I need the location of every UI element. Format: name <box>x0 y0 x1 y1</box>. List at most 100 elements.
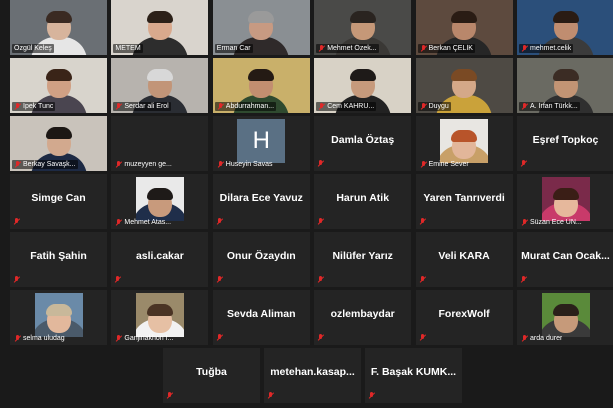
participant-name-label: Süzan Ece ÜN... <box>530 219 582 226</box>
participant-name-label: Berkan ÇELİK <box>428 45 473 52</box>
participant-tile-onur-ozaydin[interactable]: Onur Özaydın <box>212 232 310 287</box>
person-hair <box>45 127 72 139</box>
participant-name-label: Berkay Savaşk... <box>23 161 76 168</box>
participant-tile-ganjinakhon-i[interactable]: Ganjinakhon I... <box>111 290 209 345</box>
participant-tile-muzeyyen-ge[interactable]: muzeyyen ge... <box>111 116 209 171</box>
participant-tile-erman-car[interactable]: Erman Car <box>212 0 310 55</box>
participant-name-label: Özgül Keleş <box>14 45 52 52</box>
participant-name-tag: muzeyyen ge... <box>113 160 173 169</box>
participant-tile-asli-cakar[interactable]: asli.cakar <box>111 232 209 287</box>
avatar-photo <box>440 119 489 163</box>
microphone-muted-icon <box>115 160 122 169</box>
participant-tile-tugba[interactable]: Tuğba <box>163 348 260 403</box>
participant-tile-murat-can-ocak[interactable]: Murat Can Ocak... <box>517 232 613 287</box>
participant-name-tag: Duygu <box>417 102 451 111</box>
participant-tile-yaren-tanriverdi[interactable]: Yaren Tanrıverdi <box>415 174 513 229</box>
participant-tile-simge-can[interactable]: Simge Can <box>10 174 107 229</box>
microphone-muted-icon <box>420 44 427 53</box>
participant-name-tag: Emine Sever <box>418 160 471 169</box>
person-hair <box>45 11 72 23</box>
microphone-muted-icon <box>217 160 224 169</box>
participant-tile-huseyin-savas[interactable]: H Huseyin Savas <box>212 116 310 171</box>
participant-display-name: Yaren Tanrıverdi <box>423 192 505 204</box>
participant-tile-esref-topkoc[interactable]: Eşref Topkoç <box>517 116 613 171</box>
participant-tile-nilufer-yariz[interactable]: Nilüfer Yarız <box>314 232 412 287</box>
person-hair <box>146 69 173 81</box>
participant-tile-abdurrahman[interactable]: Abdurrahman... <box>212 58 310 113</box>
person-hair <box>45 69 72 81</box>
avatar-photo <box>541 177 590 221</box>
participant-display-name: Damla Öztaş <box>331 134 395 146</box>
participant-tile-berkan-celik[interactable]: Berkan ÇELİK <box>415 0 513 55</box>
avatar-photo <box>135 177 184 221</box>
participant-name-label: Cem KAHRU... <box>327 103 375 110</box>
participant-tile-forexwolf[interactable]: ForexWolf <box>415 290 513 345</box>
microphone-muted-icon <box>521 218 528 227</box>
participant-gallery: Özgül Keleş METEM Erman Car Mehmet Özek... B… <box>10 0 613 408</box>
participant-name-label: muzeyyen ge... <box>124 161 172 168</box>
microphone-muted-icon <box>267 392 274 400</box>
microphone-muted-icon <box>115 218 122 227</box>
microphone-muted-icon <box>420 102 427 111</box>
participant-name-label: selma uludag <box>23 335 65 342</box>
participant-name-tag: Ipek Tunc <box>12 102 56 111</box>
participant-display-name: Nilüfer Yarız <box>332 250 393 262</box>
participant-name-tag: Erman Car <box>214 44 253 53</box>
microphone-muted-icon <box>420 160 427 169</box>
microphone-muted-icon <box>521 44 528 53</box>
participant-name-label: METEM <box>115 45 141 52</box>
person-hair <box>146 304 173 316</box>
participant-name-label: Mehmet Özek... <box>327 45 377 52</box>
participant-name-label: Huseyin Savas <box>225 161 273 168</box>
person-hair <box>451 69 478 81</box>
participant-tile-sevda-aliman[interactable]: Sevda Aliman <box>212 290 310 345</box>
participant-tile-duygu[interactable]: Duygu <box>415 58 513 113</box>
person-hair <box>349 69 376 81</box>
participant-tile-metem[interactable]: METEM <box>111 0 209 55</box>
participant-display-name: Onur Özaydın <box>226 250 296 262</box>
participant-tile-harun-atik[interactable]: Harun Atik <box>314 174 412 229</box>
microphone-muted-icon <box>115 102 122 111</box>
participant-tile-mehmet-ozek[interactable]: Mehmet Özek... <box>314 0 412 55</box>
participant-tile-serdar-ali-erol[interactable]: Serdar ali Erol <box>111 58 209 113</box>
participant-name-tag: Mehmet Atas... <box>113 218 173 227</box>
microphone-muted-icon <box>14 160 21 169</box>
avatar-photo <box>34 293 83 337</box>
participant-name-tag: Serdar ali Erol <box>113 102 171 111</box>
participant-name-tag: selma uludag <box>12 334 67 343</box>
participant-name-tag: Özgül Keleş <box>12 44 54 53</box>
participant-tile-berkay-savask[interactable]: Berkay Savaşk... <box>10 116 107 171</box>
microphone-muted-icon <box>317 218 324 226</box>
microphone-muted-icon <box>521 334 528 343</box>
participant-display-name: Dilara Ece Yavuz <box>219 192 303 204</box>
microphone-muted-icon <box>14 102 21 111</box>
participant-tile-ozgul-keles[interactable]: Özgül Keleş <box>10 0 107 55</box>
participant-display-name: Sevda Aliman <box>227 308 296 320</box>
participant-name-tag: Süzan Ece ÜN... <box>519 218 584 227</box>
participant-name-tag: Mehmet Özek... <box>316 44 379 53</box>
participant-tile-veli-kara[interactable]: Veli KARA <box>415 232 513 287</box>
person-hair <box>451 130 478 142</box>
participant-tile-arda-durer[interactable]: arda durer <box>517 290 613 345</box>
microphone-muted-icon <box>368 392 375 400</box>
microphone-muted-icon <box>13 218 20 226</box>
participant-tile-metehan-kasap[interactable]: metehan.kasap... <box>264 348 361 403</box>
participant-display-name: Veli KARA <box>438 250 490 262</box>
participant-tile-suzan-ece-un[interactable]: Süzan Ece ÜN... <box>517 174 613 229</box>
participant-tile-selma-uludag[interactable]: selma uludag <box>10 290 107 345</box>
participant-tile-a-irfan-turkk[interactable]: A. İrfan Türkk... <box>517 58 613 113</box>
participant-tile-fatih-sahin[interactable]: Fatih Şahin <box>10 232 107 287</box>
person-hair <box>146 11 173 23</box>
participant-tile-ipek-tunc[interactable]: Ipek Tunc <box>10 58 107 113</box>
participant-tile-mehmet-celik[interactable]: mehmet.celik <box>517 0 613 55</box>
participant-name-label: Emine Sever <box>428 161 469 168</box>
participant-tile-dilara-ece-yavuz[interactable]: Dilara Ece Yavuz <box>212 174 310 229</box>
participant-tile-ozlembaydar[interactable]: ozlembaydar <box>314 290 412 345</box>
participant-tile-mehmet-atas[interactable]: Mehmet Atas... <box>111 174 209 229</box>
participant-tile-cem-kahru[interactable]: Cem KAHRU... <box>314 58 412 113</box>
participant-tile-damla-oztas[interactable]: Damla Öztaş <box>314 116 412 171</box>
microphone-muted-icon <box>166 392 173 400</box>
microphone-muted-icon <box>217 102 224 111</box>
participant-tile-f-basak-kumk[interactable]: F. Başak KUMK... <box>365 348 462 403</box>
participant-tile-emine-sever[interactable]: Emine Sever <box>415 116 513 171</box>
